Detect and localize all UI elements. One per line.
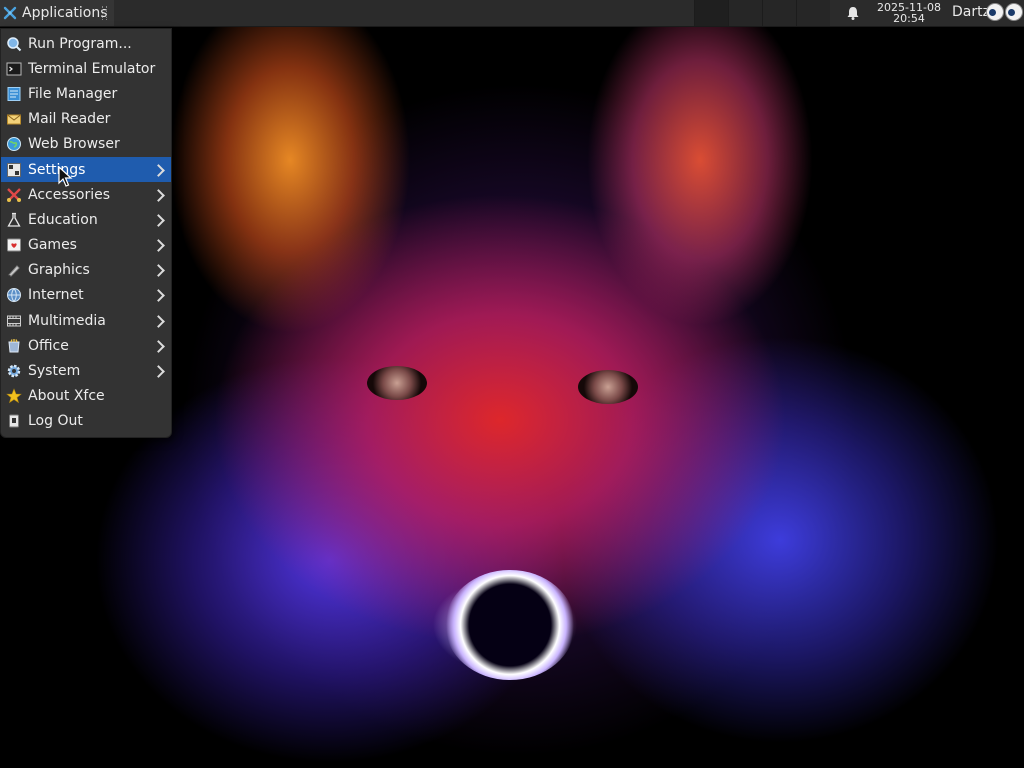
wallpaper-wolf-right-eye: [578, 370, 638, 404]
graphics-icon: [8, 265, 20, 277]
eye-left-icon: [986, 3, 1004, 21]
terminal-icon: [6, 62, 22, 76]
menu-label: Mail Reader: [28, 111, 111, 128]
menu-item-log-out[interactable]: Log Out: [1, 409, 171, 434]
menu-label: Terminal Emulator: [28, 60, 156, 77]
clock-time: 20:54: [893, 12, 925, 25]
workspace-1[interactable]: [694, 0, 728, 26]
settings-icon: [7, 162, 21, 177]
chevron-right-icon: [152, 188, 165, 202]
menu-item-settings[interactable]: Settings: [1, 156, 171, 183]
chevron-right-icon: [152, 163, 165, 177]
menu-item-mail-reader[interactable]: Mail Reader: [1, 107, 171, 132]
run-program-icon: [7, 36, 22, 51]
logout-icon: [9, 414, 19, 428]
multimedia-icon: [7, 315, 21, 327]
chevron-right-icon: [152, 365, 165, 378]
chevron-right-icon: [152, 264, 165, 278]
menu-item-file-manager[interactable]: File Manager: [1, 81, 171, 106]
menu-label: About Xfce: [28, 388, 105, 405]
applications-label: Applications: [22, 5, 108, 21]
menu-item-office[interactable]: Office: [1, 333, 171, 358]
internet-icon: [7, 288, 21, 303]
chevron-right-icon: [152, 289, 165, 303]
applications-menu: Run Program... Terminal Emulator File Ma…: [0, 28, 172, 438]
accessories-icon: [7, 187, 21, 202]
menu-label: Education: [28, 211, 98, 228]
xfce-logo-icon: [3, 6, 17, 20]
menu-label: File Manager: [28, 85, 118, 102]
menu-item-multimedia[interactable]: Multimedia: [1, 308, 171, 333]
menu-label: Games: [28, 237, 77, 254]
chevron-right-icon: [152, 239, 165, 252]
applications-menu-button[interactable]: Applications: [0, 0, 114, 26]
system-gear-icon: [7, 364, 21, 378]
workspace-2[interactable]: [728, 0, 762, 26]
menu-item-web-browser[interactable]: Web Browser: [1, 132, 171, 157]
games-icon: [7, 238, 21, 252]
menu-label: Run Program...: [28, 35, 132, 52]
menu-item-about-xfce[interactable]: About Xfce: [1, 384, 171, 409]
panel-handle[interactable]: [102, 6, 107, 20]
wallpaper-wolf-left-eye: [367, 366, 427, 400]
star-icon: [6, 388, 22, 404]
menu-label: Multimedia: [28, 312, 106, 329]
menu-label: Web Browser: [28, 136, 120, 153]
top-panel: Applications 2025-11-08 20:54 Dartz: [0, 0, 1024, 27]
menu-item-education[interactable]: Education: [1, 207, 171, 232]
username-label[interactable]: Dartz: [952, 4, 990, 20]
notification-bell-icon[interactable]: [845, 5, 861, 21]
menu-item-games[interactable]: Games: [1, 233, 171, 258]
workspace-3[interactable]: [762, 0, 796, 26]
file-manager-icon: [7, 86, 21, 101]
menu-label: Internet: [28, 287, 84, 304]
web-browser-icon: [7, 137, 21, 152]
workspace-switcher: [694, 0, 830, 26]
menu-item-system[interactable]: System: [1, 358, 171, 383]
xfce-eyes-plugin: [986, 3, 1023, 21]
office-icon: [8, 338, 20, 353]
menu-label: Accessories: [28, 186, 111, 203]
mail-icon: [7, 114, 21, 125]
menu-label: Settings: [28, 161, 86, 178]
menu-item-accessories[interactable]: Accessories: [1, 182, 171, 207]
menu-label: Log Out: [28, 413, 83, 430]
mouse-cursor-icon: [58, 166, 73, 187]
menu-item-internet[interactable]: Internet: [1, 283, 171, 308]
eye-right-icon: [1005, 3, 1023, 21]
menu-item-run-program[interactable]: Run Program...: [1, 31, 171, 56]
panel-clock[interactable]: 2025-11-08 20:54: [872, 0, 946, 26]
menu-item-graphics[interactable]: Graphics: [1, 258, 171, 283]
menu-label: Office: [28, 337, 69, 354]
workspace-4[interactable]: [796, 0, 830, 26]
education-icon: [7, 212, 21, 227]
menu-label: System: [28, 363, 81, 380]
chevron-right-icon: [152, 214, 165, 227]
chevron-right-icon: [152, 314, 165, 328]
menu-label: Graphics: [28, 262, 90, 279]
wallpaper-wolf-nose: [445, 570, 575, 680]
menu-item-terminal[interactable]: Terminal Emulator: [1, 56, 171, 81]
chevron-right-icon: [152, 339, 165, 353]
